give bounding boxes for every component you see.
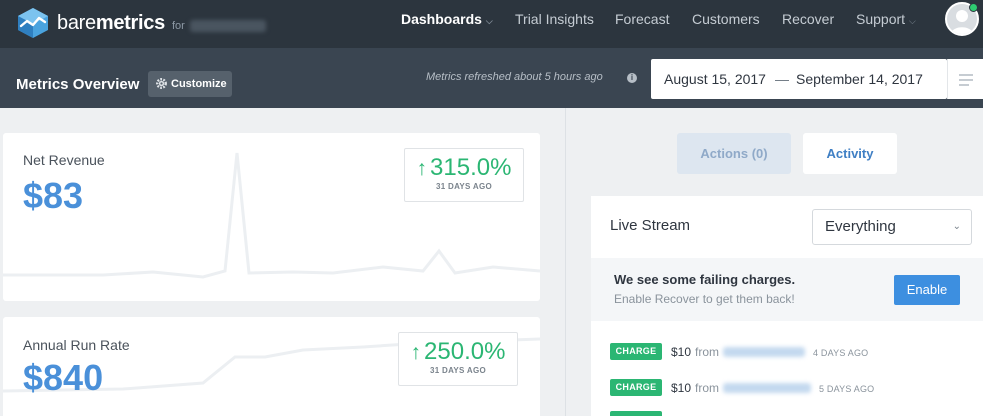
- stream-filter-select[interactable]: Everything ⌄: [812, 209, 972, 245]
- online-status-dot: [969, 3, 978, 12]
- alert-subtitle: Enable Recover to get them back!: [614, 292, 795, 306]
- nav-customers[interactable]: Customers: [692, 11, 760, 27]
- live-stream-title: Live Stream: [610, 217, 691, 234]
- metric-card-annual-run-rate[interactable]: Annual Run Rate $840 ↑ 250.0% 31 DAYS AGO: [3, 317, 540, 416]
- event-time: 5 DAYS AGO: [819, 384, 875, 394]
- growth-period: 31 DAYS AGO: [435, 182, 493, 191]
- info-icon[interactable]: i: [627, 73, 637, 83]
- arrow-up-icon: ↑: [410, 341, 422, 364]
- stream-filter-value: Everything: [825, 218, 896, 235]
- brand-bold: metrics: [95, 12, 165, 34]
- event-amount: $10: [671, 381, 692, 395]
- date-from: August 15, 2017: [664, 71, 766, 87]
- growth-badge: ↑ 315.0% 31 DAYS AGO: [404, 148, 524, 202]
- event-type-badge: CHARGE: [610, 343, 662, 360]
- metric-label: Annual Run Rate: [23, 337, 130, 353]
- metric-value: $840: [23, 357, 104, 398]
- arrow-up-icon: ↑: [416, 157, 428, 180]
- growth-percent: ↑ 250.0%: [399, 338, 517, 366]
- brand-name[interactable]: baremetrics: [57, 12, 165, 35]
- brand-for-label: for: [172, 20, 185, 32]
- gear-icon: [156, 78, 167, 89]
- hamburger-menu-icon[interactable]: [947, 59, 983, 99]
- nav-dashboards-label: Dashboards: [401, 11, 482, 27]
- nav-recover[interactable]: Recover: [782, 11, 834, 27]
- event-amount: $10: [671, 345, 692, 359]
- chevron-down-icon: ⌵: [485, 16, 493, 26]
- nav-dashboards[interactable]: Dashboards ⌵: [401, 11, 493, 27]
- company-name-redacted: [190, 20, 266, 32]
- date-to: September 14, 2017: [796, 71, 923, 87]
- metric-card-net-revenue[interactable]: Net Revenue $83 ↑ 315.0% 31 DAYS AGO: [3, 133, 540, 301]
- event-from-label: from: [695, 345, 719, 359]
- event-type-badge: CHARGE: [610, 379, 662, 396]
- nav-support-label: Support: [856, 11, 906, 27]
- baremetrics-logo-icon[interactable]: [15, 6, 51, 40]
- alert-title: We see some failing charges.: [614, 272, 796, 287]
- growth-value: 315.0%: [430, 154, 512, 181]
- event-time: 4 DAYS AGO: [813, 348, 869, 358]
- tab-actions[interactable]: Actions (0): [677, 133, 791, 174]
- metric-value: $83: [23, 175, 84, 216]
- page-title: Metrics Overview: [16, 76, 140, 93]
- growth-badge: ↑ 250.0% 31 DAYS AGO: [398, 332, 518, 386]
- customize-button[interactable]: Customize: [148, 71, 232, 97]
- date-separator: —: [775, 71, 789, 87]
- chevron-down-icon: ⌄: [952, 221, 961, 232]
- growth-value: 250.0%: [424, 338, 506, 365]
- event-from-label: from: [695, 381, 719, 395]
- growth-period: 31 DAYS AGO: [429, 366, 487, 375]
- nav-support[interactable]: Support ⌵: [856, 11, 916, 27]
- enable-recover-button[interactable]: Enable: [894, 275, 960, 305]
- brand-light: bare: [57, 12, 96, 34]
- tab-activity[interactable]: Activity: [803, 133, 897, 174]
- refreshed-status: Metrics refreshed about 5 hours ago: [426, 71, 603, 83]
- event-type-badge-partial: [610, 411, 662, 416]
- growth-percent: ↑ 315.0%: [405, 154, 523, 182]
- chevron-down-icon: ⌵: [909, 16, 916, 26]
- nav-forecast[interactable]: Forecast: [615, 11, 669, 27]
- customer-name-redacted[interactable]: [723, 383, 811, 393]
- customize-label: Customize: [171, 78, 227, 90]
- metric-label: Net Revenue: [23, 152, 105, 168]
- date-range-picker[interactable]: August 15, 2017 — September 14, 2017: [651, 59, 947, 99]
- customer-name-redacted[interactable]: [723, 347, 805, 357]
- nav-trial-insights[interactable]: Trial Insights: [515, 11, 594, 27]
